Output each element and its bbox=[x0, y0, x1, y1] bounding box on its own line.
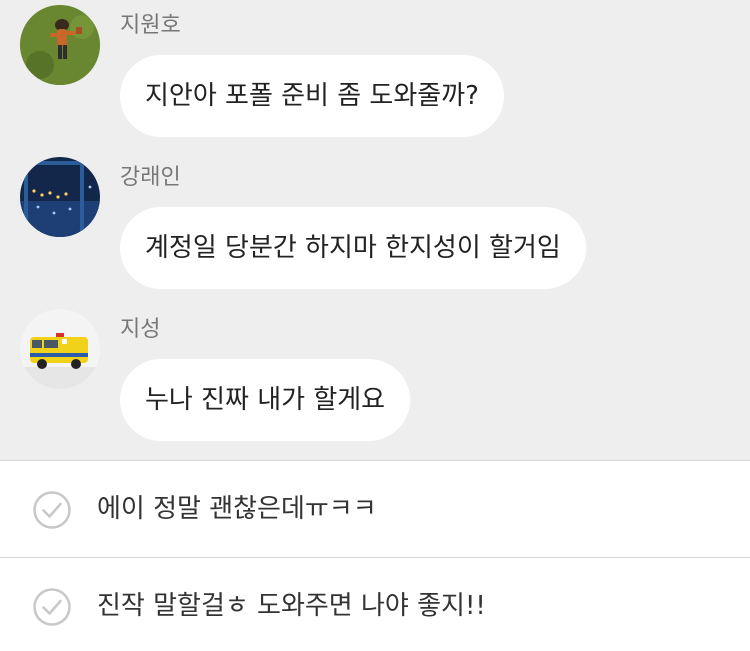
grass-avatar-icon[interactable] bbox=[20, 5, 100, 85]
reply-option[interactable]: 진작 말할걸ㅎ 도와주면 나야 좋지!! bbox=[0, 557, 750, 651]
message-bubble[interactable]: 누나 진짜 내가 할게요 bbox=[120, 359, 411, 441]
night-city-avatar-icon[interactable] bbox=[20, 157, 100, 237]
chat-message-area: 지원호 지안아 포폴 준비 좀 도와줄까? 강래인 계정일 당분간 하지마 한지… bbox=[0, 0, 750, 460]
reply-text: 에이 정말 괜찮은데ㅠㅋㅋ bbox=[97, 494, 377, 524]
sender-name: 지성 bbox=[120, 317, 161, 342]
sender-name: 강래인 bbox=[120, 165, 181, 190]
check-circle-icon[interactable] bbox=[32, 490, 72, 530]
message-bubble[interactable]: 계정일 당분간 하지마 한지성이 할거임 bbox=[120, 207, 586, 289]
reply-option[interactable]: 에이 정말 괜찮은데ㅠㅋㅋ bbox=[0, 461, 750, 557]
ambulance-avatar-icon[interactable] bbox=[20, 309, 100, 389]
reply-options-list: 에이 정말 괜찮은데ㅠㅋㅋ 진작 말할걸ㅎ 도와주면 나야 좋지!! bbox=[0, 460, 750, 651]
message-bubble[interactable]: 지안아 포폴 준비 좀 도와줄까? bbox=[120, 55, 504, 137]
check-circle-icon[interactable] bbox=[32, 587, 72, 627]
reply-text: 진작 말할걸ㅎ 도와주면 나야 좋지!! bbox=[97, 591, 486, 621]
sender-name: 지원호 bbox=[120, 13, 181, 38]
